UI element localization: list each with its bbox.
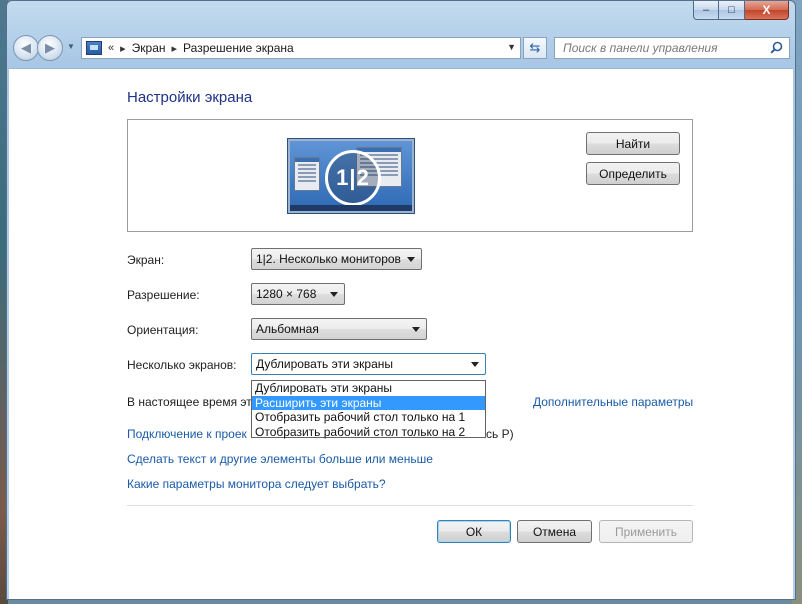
refresh-button[interactable]: ⇆ — [523, 37, 547, 59]
orientation-select[interactable]: Альбомная — [251, 318, 427, 340]
back-button[interactable]: ◀ — [13, 35, 39, 61]
multiple-displays-select-value: Дублировать эти экраны — [256, 357, 394, 371]
monitor-1-2-icon[interactable]: 1|2 — [287, 138, 415, 214]
content-area: Настройки экрана 1|2 Найти Определить Эк… — [9, 68, 793, 599]
which-settings-link[interactable]: Какие параметры монитора следует выбрать… — [127, 477, 386, 491]
control-panel-icon — [86, 41, 102, 55]
caption-buttons: – □ X — [693, 1, 789, 20]
chevron-down-icon[interactable]: ▼ — [507, 42, 516, 52]
chevron-down-icon — [330, 292, 338, 297]
connect-projector-link[interactable]: Подключение к проек — [127, 427, 247, 441]
minimize-button[interactable]: – — [693, 1, 719, 20]
window-thumbnail-icon — [294, 157, 320, 191]
multiple-displays-dropdown-list: Дублировать эти экраны Расширить эти экр… — [251, 380, 486, 440]
current-primary-display-text: В настоящее время эт — [127, 395, 252, 409]
dropdown-option-extend[interactable]: Расширить эти экраны — [252, 395, 485, 410]
projector-shortcut-text: сь P) — [486, 427, 514, 441]
dropdown-option-duplicate[interactable]: Дублировать эти экраны — [252, 381, 485, 396]
find-button[interactable]: Найти — [586, 132, 680, 155]
chevron-down-icon — [412, 327, 420, 332]
advanced-settings-link[interactable]: Дополнительные параметры — [533, 395, 693, 409]
monitor-number-label: 1|2 — [325, 150, 381, 206]
breadcrumb-arrow-icon[interactable]: ▸ — [172, 42, 178, 55]
arrow-left-icon: ◀ — [21, 40, 31, 55]
display-label: Экран: — [127, 253, 165, 267]
footer-divider — [127, 505, 693, 506]
resolution-select[interactable]: 1280 × 768 — [251, 283, 345, 305]
breadcrumb-arrow-icon[interactable]: ▸ — [120, 42, 126, 55]
breadcrumb-display[interactable]: Экран — [132, 41, 166, 55]
resolution-label: Разрешение: — [127, 288, 200, 302]
recent-pages-dropdown[interactable]: ▼ — [67, 42, 75, 51]
navigation-bar: ◀ ▶ ▼ « ▸ Экран ▸ Разрешение экрана ▼ ⇆ — [7, 29, 795, 67]
text-size-link[interactable]: Сделать текст и другие элементы больше и… — [127, 452, 433, 466]
chevron-down-icon — [471, 362, 479, 367]
monitor-preview-panel: 1|2 Найти Определить — [127, 119, 693, 232]
dropdown-option-show-only-1[interactable]: Отобразить рабочий стол только на 1 — [252, 410, 485, 425]
breadcrumb-overflow[interactable]: « — [108, 42, 114, 54]
cancel-button[interactable]: Отмена — [517, 520, 592, 543]
multiple-displays-label: Несколько экранов: — [127, 358, 237, 372]
dropdown-option-show-only-2[interactable]: Отобразить рабочий стол только на 2 — [252, 425, 485, 440]
chevron-down-icon — [407, 257, 415, 262]
page-title: Настройки экрана — [127, 89, 253, 106]
identify-button[interactable]: Определить — [586, 162, 680, 185]
breadcrumb-screen-resolution[interactable]: Разрешение экрана — [183, 41, 294, 55]
ok-button[interactable]: ОК — [437, 520, 511, 543]
taskbar-thumbnail — [290, 205, 412, 211]
address-bar[interactable]: « ▸ Экран ▸ Разрешение экрана ▼ — [81, 37, 521, 59]
search-icon[interactable] — [770, 41, 783, 54]
orientation-label: Ориентация: — [127, 323, 199, 337]
close-button[interactable]: X — [745, 1, 789, 20]
display-select-value: 1|2. Несколько мониторов — [256, 252, 401, 266]
orientation-select-value: Альбомная — [256, 322, 319, 336]
forward-button[interactable]: ▶ — [37, 35, 63, 61]
apply-button[interactable]: Применить — [599, 520, 693, 543]
maximize-button[interactable]: □ — [719, 1, 745, 20]
multiple-displays-select[interactable]: Дублировать эти экраны — [251, 353, 486, 375]
control-panel-window: – □ X ◀ ▶ ▼ « ▸ Экран ▸ Разрешение экран… — [6, 0, 796, 600]
search-box[interactable] — [554, 37, 790, 59]
resolution-select-value: 1280 × 768 — [256, 287, 317, 301]
arrow-right-icon: ▶ — [45, 40, 55, 55]
search-input[interactable] — [561, 40, 761, 56]
refresh-icon: ⇆ — [529, 40, 541, 55]
display-select[interactable]: 1|2. Несколько мониторов — [251, 248, 422, 270]
